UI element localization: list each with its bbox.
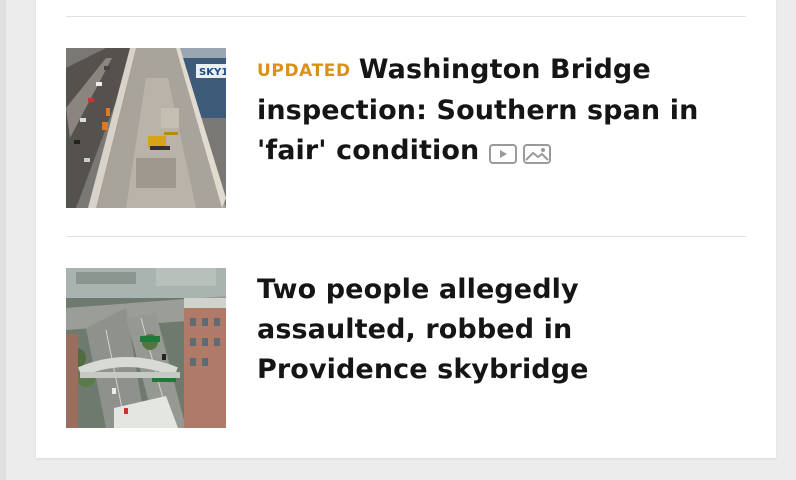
bridge-aerial-image: SKY10 (66, 48, 226, 208)
story-providence-skybridge[interactable]: Two people allegedly assaulted, robbed i… (66, 268, 746, 428)
news-list-card: SKY10 UPDATEDWashington Bridge inspectio… (36, 0, 776, 458)
gallery-icon (523, 143, 552, 164)
page: SKY10 UPDATEDWashington Bridge inspectio… (0, 0, 796, 480)
media-icons (489, 133, 557, 173)
divider (66, 236, 746, 237)
story-headline[interactable]: Two people allegedly assaulted, robbed i… (257, 270, 737, 390)
story-thumbnail[interactable] (66, 268, 226, 428)
station-logo: SKY10 (199, 67, 226, 78)
headline-text[interactable]: Two people allegedly assaulted, robbed i… (257, 274, 589, 385)
left-rail (0, 0, 6, 480)
video-icon (489, 143, 518, 164)
updated-badge: UPDATED (257, 61, 351, 81)
highway-aerial-image (66, 268, 226, 428)
story-headline[interactable]: UPDATED Washington Bridge inspection: Sou… (257, 50, 737, 173)
story-thumbnail[interactable]: SKY10 (66, 48, 226, 208)
divider (66, 16, 746, 17)
story-washington-bridge[interactable]: SKY10 UPDATEDWashington Bridge inspectio… (66, 48, 746, 208)
